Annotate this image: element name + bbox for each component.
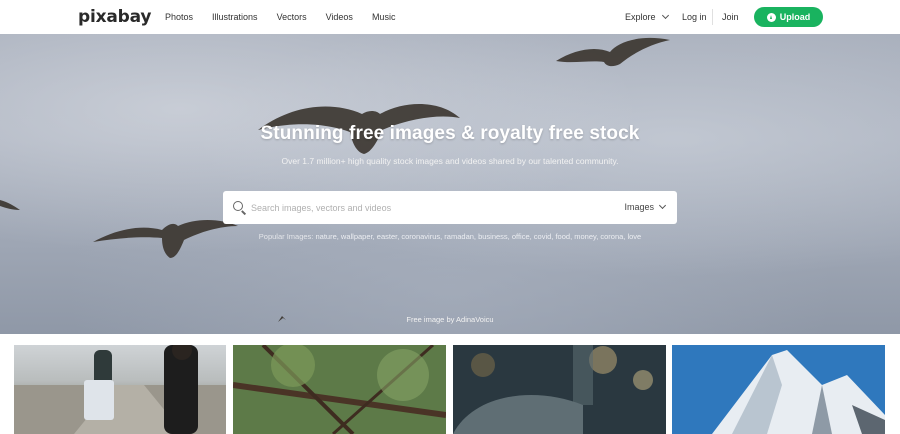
image-credit[interactable]: Free image by AdinaVoicu <box>0 315 900 324</box>
media-type-select[interactable]: Images <box>624 201 667 212</box>
couple-walking-image <box>14 345 226 434</box>
search-input[interactable] <box>251 199 581 216</box>
image-thumbnail[interactable] <box>672 345 885 434</box>
media-type-label: Images <box>624 202 654 212</box>
image-grid <box>14 345 886 434</box>
popular-label: Popular Images: <box>258 232 314 241</box>
tree-branches-image <box>233 345 446 434</box>
image-thumbnail[interactable] <box>233 345 446 434</box>
image-thumbnail[interactable] <box>14 345 226 434</box>
chevron-down-icon <box>658 201 667 210</box>
login-link[interactable]: Log in <box>682 12 707 22</box>
search-icon[interactable] <box>233 201 243 211</box>
upload-label: Upload <box>779 12 811 22</box>
pixabay-logo[interactable]: pixabay <box>78 7 151 27</box>
popular-searches: Popular Images: nature, wallpaper, easte… <box>0 232 900 241</box>
snowy-mountain-image <box>672 345 885 434</box>
join-link[interactable]: Join <box>722 12 739 22</box>
divider <box>712 9 713 25</box>
city-bokeh-image <box>453 345 666 434</box>
upload-button[interactable]: Upload <box>754 7 823 27</box>
nav-illustrations[interactable]: Illustrations <box>212 12 258 22</box>
nav-photos[interactable]: Photos <box>165 12 193 22</box>
upload-icon <box>766 12 776 22</box>
hero-banner: Stunning free images & royalty free stoc… <box>0 34 900 334</box>
explore-menu[interactable]: Explore <box>625 11 669 22</box>
popular-tags[interactable]: nature, wallpaper, easter, coronavirus, … <box>315 232 641 241</box>
chevron-down-icon <box>661 11 669 20</box>
hero-subtitle: Over 1.7 million+ high quality stock ima… <box>281 156 619 166</box>
nav-music[interactable]: Music <box>372 12 396 22</box>
hero-title: Stunning free images & royalty free stoc… <box>260 123 640 144</box>
search-bar: Images <box>223 191 677 224</box>
nav-videos[interactable]: Videos <box>326 12 353 22</box>
explore-label: Explore <box>625 12 656 22</box>
top-navigation: pixabay Photos Illustrations Vectors Vid… <box>0 0 900 34</box>
nav-vectors[interactable]: Vectors <box>277 12 307 22</box>
image-thumbnail[interactable] <box>453 345 666 434</box>
hero-background-image <box>0 37 670 322</box>
main-nav: Photos Illustrations Vectors Videos Musi… <box>165 0 414 34</box>
